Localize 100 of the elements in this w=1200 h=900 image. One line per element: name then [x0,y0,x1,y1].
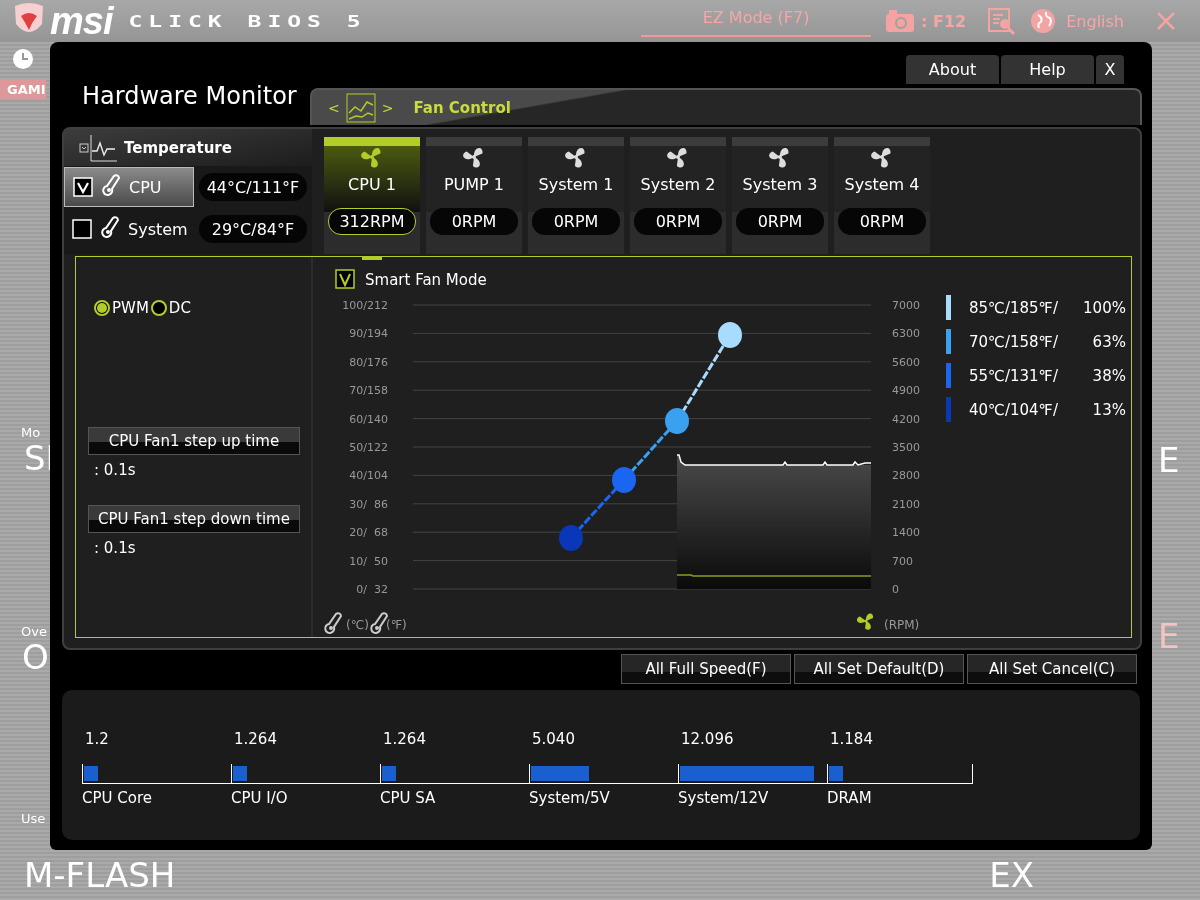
unit-label: (℃) [346,618,369,632]
legend-percent: 63% [1091,332,1126,351]
temperature-graph-icon [78,132,118,163]
voltage-value: 1.184 [829,730,873,750]
section-caption: Mo [20,425,41,440]
sensor-item[interactable]: System [64,209,194,249]
section-title: E [1157,618,1180,654]
msi-logo: msi [50,0,113,42]
fan-tab[interactable]: System 3 0RPM [732,137,828,254]
legend-temperature: 85℃/185℉/ [969,298,1058,317]
globe-icon [1030,8,1057,34]
section-label: Fan Control [413,98,511,117]
smart-fan-label: Smart Fan Mode [365,271,487,289]
step-time-button[interactable]: CPU Fan1 step down time [88,505,300,533]
section-caption: Ove [20,624,47,639]
radio-label: PWM [112,299,149,317]
voltage-name: DRAM [827,789,872,807]
step-time-value: : 0.1s [94,461,136,479]
about-button[interactable]: About [906,55,999,84]
axis-tick-label: 90/194 [349,327,388,341]
action-button[interactable]: All Full Speed(F) [621,654,791,684]
axis-tick-label: 700 [892,554,913,568]
axis-tick-label: 10/ 50 [349,554,388,568]
section-title: E [1157,442,1180,478]
fan-tab[interactable]: System 1 0RPM [528,137,624,254]
axis-tick-label: 1400 [892,526,920,540]
next-arrow[interactable]: > [381,99,394,116]
camera-icon [885,9,916,33]
fan-speed: 0RPM [838,208,926,235]
legend-percent: 100% [1082,298,1126,317]
thermometer-icon [370,612,388,634]
legend-percent: 13% [1091,400,1126,419]
axis-tick-label: 40/104 [349,469,388,483]
axis-tick-label: 20/ 68 [349,526,388,540]
step-time-value: : 0.1s [94,539,136,557]
temperature-reading: 29°C/84°F [199,215,307,243]
fan-speed: 312RPM [328,208,416,235]
voltage-name: CPU I/O [231,789,288,807]
fan-speed: 0RPM [532,208,620,235]
voltage-name: CPU Core [82,789,152,807]
voltage-name: System/12V [678,789,769,807]
voltage-value: 1.264 [382,730,426,750]
bios-brand: CLICK BIOS 5 [128,11,367,31]
axis-tick-label: 2100 [892,497,920,511]
window-title: Hardware Monitor [81,81,297,110]
unit-label: (RPM) [884,618,920,632]
radio-button[interactable] [150,300,167,316]
fan-icon [856,613,874,630]
section-title: M-FLASH [23,857,176,893]
close-button[interactable]: X [1096,55,1124,84]
radio-label: DC [168,299,191,317]
voltage-name: CPU SA [380,789,436,807]
fan-tab[interactable]: CPU 1 312RPM [324,137,420,254]
action-button[interactable]: All Set Default(D) [794,654,964,684]
fan-tab[interactable]: System 4 0RPM [834,137,930,254]
axis-tick-label: 30/ 86 [349,497,388,511]
axis-tick-label: 2800 [892,469,920,483]
voltage-value: 1.264 [233,730,277,750]
chart-icon [345,92,376,123]
axis-tick-label: 100/212 [342,299,388,312]
unit-label: (℉) [386,618,407,632]
section-title: EX [988,857,1035,893]
step-time-button[interactable]: CPU Fan1 step up time [88,427,300,455]
legend-temperature: 40℃/104℉/ [969,400,1058,419]
temperature-reading: 44°C/111°F [199,173,307,201]
help-button[interactable]: Help [1001,55,1094,84]
axis-tick-label: 70/158 [349,384,388,398]
clock-icon [12,48,34,70]
axis-tick-label: 3500 [892,441,920,454]
section-title: O [21,639,50,675]
voltage-name: System/5V [529,789,610,807]
legend-temperature: 70℃/158℉/ [969,332,1058,351]
axis-tick-label: 4200 [892,412,920,426]
fan-tab[interactable]: PUMP 1 0RPM [426,137,522,254]
axis-tick-label: 6300 [892,327,920,341]
thermometer-icon [324,612,342,634]
screenshot-key: : F12 [921,11,967,31]
section-caption: Use [20,811,46,826]
radio-button[interactable] [94,300,110,316]
fan-speed: 0RPM [634,208,722,235]
fan-tab[interactable]: System 2 0RPM [630,137,726,254]
axis-tick-label: 5600 [892,355,920,369]
fan-speed: 0RPM [430,208,518,235]
axis-tick-label: 60/140 [349,412,388,426]
previous-arrow[interactable]: < [328,99,340,116]
action-button[interactable]: All Set Cancel(C) [967,654,1137,684]
legend-temperature: 55℃/131℉/ [969,366,1058,385]
axis-tick-label: 0/ 32 [356,583,388,596]
axis-tick-label: 7000 [892,299,920,312]
axis-tick-label: 80/176 [349,355,388,369]
fan-speed: 0RPM [736,208,824,235]
voltage-value: 5.040 [531,730,575,750]
checkbox[interactable] [335,269,355,289]
temperature-label: Temperature [124,138,232,157]
voltage-value: 1.2 [84,730,109,750]
sensor-item[interactable]: CPU [64,167,194,207]
axis-tick-label: 0 [892,583,899,596]
voltage-value: 12.096 [680,730,734,750]
axis-tick-label: 50/122 [349,441,388,454]
legend-percent: 38% [1091,366,1126,385]
